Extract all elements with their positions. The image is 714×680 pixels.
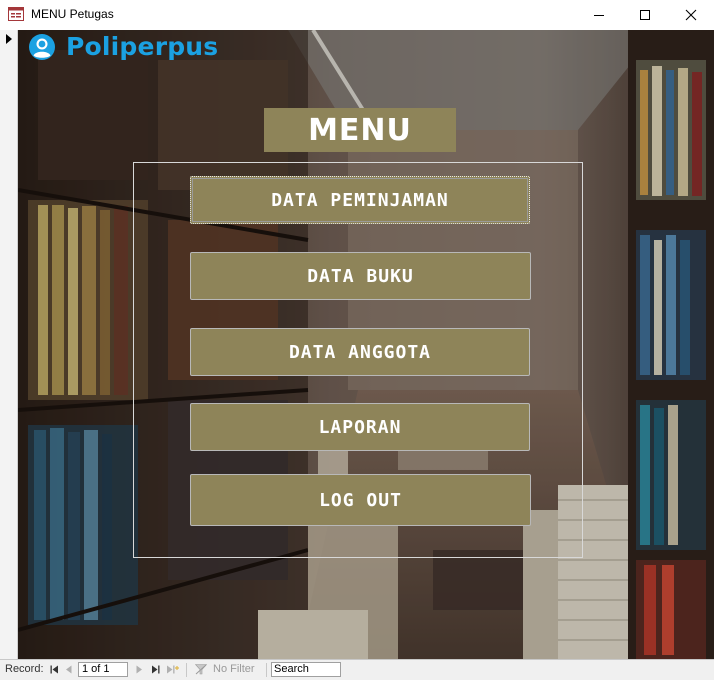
form-body: Poliperpus MENU DATA PEMINJAMAN DATA BUK…	[18, 30, 714, 659]
last-record-icon[interactable]	[151, 665, 160, 674]
data-peminjaman-button[interactable]: DATA PEMINJAMAN	[190, 176, 530, 224]
user-avatar-icon	[29, 33, 55, 60]
close-icon	[685, 9, 697, 21]
minimize-icon	[594, 15, 604, 16]
record-label: Record:	[5, 663, 44, 675]
log-out-button[interactable]: LOG OUT	[190, 474, 531, 526]
maximize-icon	[640, 10, 650, 20]
nav-divider	[266, 663, 267, 677]
filter-off-icon	[195, 664, 207, 675]
data-buku-button[interactable]: DATA BUKU	[190, 252, 531, 300]
title-bar: MENU Petugas	[0, 0, 714, 31]
record-selector[interactable]	[0, 30, 18, 659]
next-record-icon[interactable]	[135, 665, 143, 674]
previous-record-icon[interactable]	[65, 665, 73, 674]
search-input[interactable]: Search	[271, 662, 341, 677]
form-icon	[8, 7, 24, 21]
first-record-icon[interactable]	[50, 665, 59, 674]
filter-status[interactable]: No Filter	[213, 663, 255, 675]
new-record-icon[interactable]	[166, 665, 180, 674]
current-record-arrow-icon	[6, 34, 12, 44]
window-title: MENU Petugas	[31, 7, 114, 21]
laporan-button[interactable]: LAPORAN	[190, 403, 530, 451]
current-record-input[interactable]: 1 of 1	[78, 662, 128, 677]
minimize-button[interactable]	[576, 0, 622, 30]
record-navigation-bar: Record: 1 of 1 No Filter Search	[0, 659, 714, 680]
data-anggota-button[interactable]: DATA ANGGOTA	[190, 328, 530, 376]
nav-divider	[186, 663, 187, 677]
maximize-button[interactable]	[622, 0, 668, 30]
menu-title: MENU	[264, 108, 456, 152]
close-button[interactable]	[668, 0, 714, 30]
logo: Poliperpus	[28, 32, 218, 61]
logo-text: Poliperpus	[66, 32, 219, 61]
